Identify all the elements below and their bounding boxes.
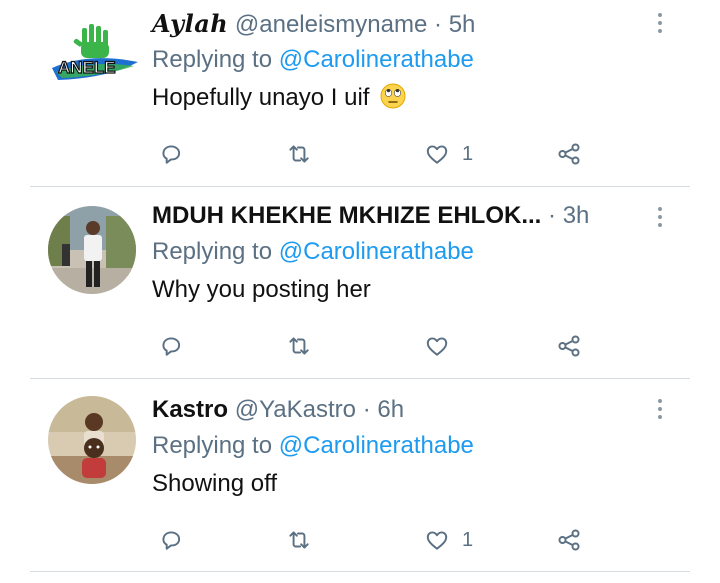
- like-icon: [426, 337, 448, 356]
- like-button[interactable]: 1: [424, 522, 473, 558]
- replying-to: Replying to @Carolinerathabe: [152, 430, 474, 462]
- mention-link[interactable]: @Carolinerathabe: [279, 432, 474, 459]
- reply-button[interactable]: [158, 328, 184, 364]
- avatar[interactable]: [48, 396, 136, 484]
- tweet-text-content: Showing off: [152, 470, 277, 497]
- more-options-icon[interactable]: [648, 8, 672, 38]
- avatar[interactable]: ANELE: [48, 22, 140, 88]
- more-options-icon[interactable]: [648, 202, 672, 232]
- like-count: 1: [462, 142, 474, 165]
- avatar[interactable]: [48, 206, 136, 294]
- separator-dot: ·: [434, 11, 443, 38]
- timestamp[interactable]: 3h: [563, 202, 590, 229]
- like-icon: [426, 145, 448, 164]
- retweet-button[interactable]: [286, 522, 312, 558]
- timestamp[interactable]: 5h: [449, 11, 476, 38]
- retweet-icon: [289, 531, 309, 549]
- replying-prefix: Replying to: [152, 238, 273, 265]
- retweet-icon: [289, 145, 309, 163]
- tweet[interactable]: Kastro @YaKastro · 6h Replying to @Carol…: [0, 394, 720, 570]
- tweet-header: MDUH KHEKHE MKHIZE EHLOK... · 3h: [152, 200, 589, 232]
- retweet-icon: [289, 337, 309, 355]
- retweet-button[interactable]: [286, 136, 312, 172]
- like-icon: [426, 531, 448, 550]
- replying-prefix: Replying to: [152, 46, 273, 73]
- timestamp[interactable]: 6h: [377, 396, 404, 423]
- replying-to: Replying to @Carolinerathabe: [152, 44, 474, 76]
- mention-link[interactable]: @Carolinerathabe: [279, 238, 474, 265]
- tweet-header: Aylah @aneleismyname · 5h: [152, 8, 475, 41]
- tweet-header: Kastro @YaKastro · 6h: [152, 394, 404, 426]
- tweet-text-content: Why you posting her: [152, 276, 371, 303]
- eye-roll-emoji-icon: [380, 83, 406, 109]
- share-button[interactable]: [556, 136, 582, 172]
- tweet[interactable]: MDUH KHEKHE MKHIZE EHLOK... · 3h Replyin…: [0, 200, 720, 376]
- like-count: 1: [462, 528, 474, 551]
- more-options-icon[interactable]: [648, 394, 672, 424]
- like-button[interactable]: 1: [424, 136, 473, 172]
- user-handle[interactable]: @YaKastro: [235, 396, 356, 423]
- tweet[interactable]: ANELE Aylah @aneleismyname · 5h Replying…: [0, 8, 720, 184]
- share-button[interactable]: [556, 522, 582, 558]
- divider: [30, 378, 690, 379]
- display-name[interactable]: Aylah: [152, 9, 228, 38]
- display-name[interactable]: Kastro: [152, 396, 228, 423]
- separator-dot: ·: [362, 396, 371, 423]
- replying-to: Replying to @Carolinerathabe: [152, 236, 474, 268]
- share-icon: [558, 335, 580, 357]
- share-icon: [558, 143, 580, 165]
- tweet-actions: 1: [0, 136, 720, 172]
- share-button[interactable]: [556, 328, 582, 364]
- tweet-text: Why you posting her: [152, 274, 371, 306]
- reply-icon: [162, 145, 181, 164]
- tweet-text-content: Hopefully unayo I uif: [152, 84, 370, 111]
- tweet-text: Showing off: [152, 468, 277, 500]
- reply-icon: [162, 337, 181, 356]
- mention-link[interactable]: @Carolinerathabe: [279, 46, 474, 73]
- tweet-text: Hopefully unayo I uif: [152, 82, 406, 114]
- reply-button[interactable]: [158, 522, 184, 558]
- share-icon: [558, 529, 580, 551]
- reply-icon: [162, 531, 181, 550]
- tweet-actions: [0, 328, 720, 364]
- reply-button[interactable]: [158, 136, 184, 172]
- divider: [30, 571, 690, 572]
- retweet-button[interactable]: [286, 328, 312, 364]
- logo-text: ANELE: [58, 58, 116, 77]
- display-name[interactable]: MDUH KHEKHE MKHIZE EHLOK...: [152, 202, 541, 229]
- separator-dot: ·: [548, 202, 557, 229]
- like-button[interactable]: [424, 328, 462, 364]
- user-handle[interactable]: @aneleismyname: [235, 11, 427, 38]
- tweet-actions: 1: [0, 522, 720, 558]
- replying-prefix: Replying to: [152, 432, 273, 459]
- divider: [30, 186, 690, 187]
